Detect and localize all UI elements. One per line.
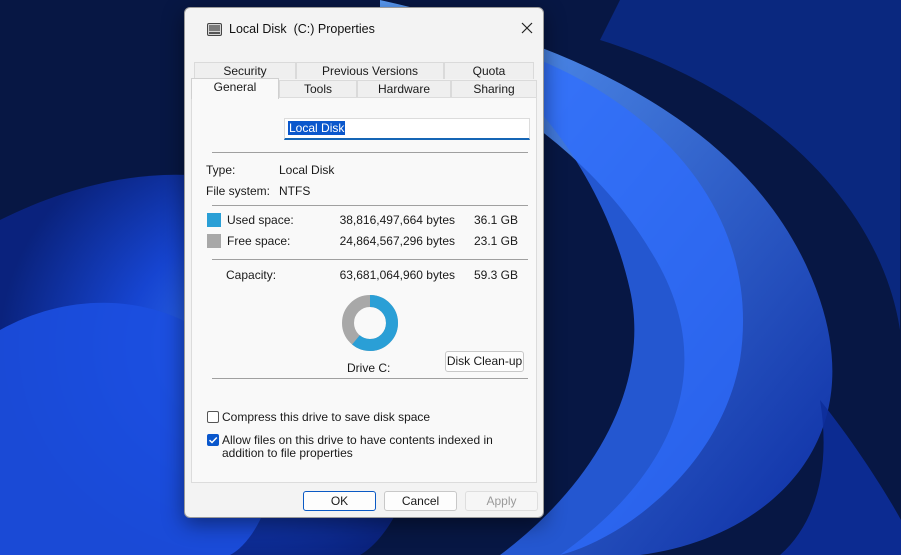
- close-button[interactable]: [517, 18, 537, 38]
- separator: [212, 259, 528, 260]
- index-label: Allow files on this drive to have conten…: [222, 433, 493, 460]
- type-label: Type:: [206, 163, 236, 177]
- usage-donut-chart: [342, 295, 398, 351]
- type-value: Local Disk: [279, 163, 335, 177]
- used-space-swatch: [207, 213, 221, 227]
- used-space-label: Used space:: [227, 213, 294, 227]
- compress-label: Compress this drive to save disk space: [222, 410, 431, 424]
- tab-security[interactable]: Security: [194, 62, 296, 79]
- drive-icon: [207, 23, 222, 36]
- capacity-bytes: 63,681,064,960 bytes: [339, 268, 455, 282]
- tab-quota[interactable]: Quota: [444, 62, 534, 79]
- tab-tools[interactable]: Tools: [279, 80, 357, 97]
- drive-label: Drive C:: [347, 361, 391, 375]
- tab-sharing[interactable]: Sharing: [451, 80, 537, 97]
- compress-checkbox[interactable]: [207, 411, 219, 423]
- apply-button[interactable]: Apply: [465, 491, 538, 511]
- tab-hardware[interactable]: Hardware: [357, 80, 451, 97]
- filesystem-value: NTFS: [279, 184, 311, 198]
- free-space-bytes: 24,864,567,296 bytes: [339, 234, 455, 248]
- free-space-label: Free space:: [227, 234, 291, 248]
- drive-name-value: Local Disk: [288, 121, 346, 135]
- ok-button[interactable]: OK: [303, 491, 376, 511]
- cancel-button[interactable]: Cancel: [384, 491, 457, 511]
- title-bar: Local Disk (C:) Properties: [185, 8, 543, 52]
- properties-dialog: Local Disk (C:) Properties Security Prev…: [184, 7, 544, 518]
- separator: [212, 205, 528, 206]
- general-panel: Local Disk Type: Local Disk File system:…: [191, 97, 537, 483]
- free-space-size: 23.1 GB: [473, 234, 518, 248]
- checkmark-icon: [208, 436, 218, 444]
- free-space-swatch: [207, 234, 221, 248]
- tab-general[interactable]: General: [191, 78, 279, 99]
- tab-previous-versions[interactable]: Previous Versions: [296, 62, 444, 79]
- drive-name-input[interactable]: Local Disk: [284, 118, 530, 140]
- close-icon: [521, 22, 533, 34]
- filesystem-label: File system:: [206, 184, 271, 198]
- capacity-label: Capacity:: [226, 268, 277, 282]
- disk-cleanup-button[interactable]: Disk Clean-up: [445, 351, 524, 372]
- capacity-size: 59.3 GB: [473, 268, 518, 282]
- used-space-bytes: 38,816,497,664 bytes: [339, 213, 455, 227]
- separator: [212, 378, 528, 379]
- desktop: Local Disk (C:) Properties Security Prev…: [0, 0, 901, 555]
- separator: [212, 152, 528, 153]
- used-space-size: 36.1 GB: [473, 213, 518, 227]
- index-checkbox[interactable]: [207, 434, 219, 446]
- window-title: Local Disk (C:) Properties: [229, 22, 375, 36]
